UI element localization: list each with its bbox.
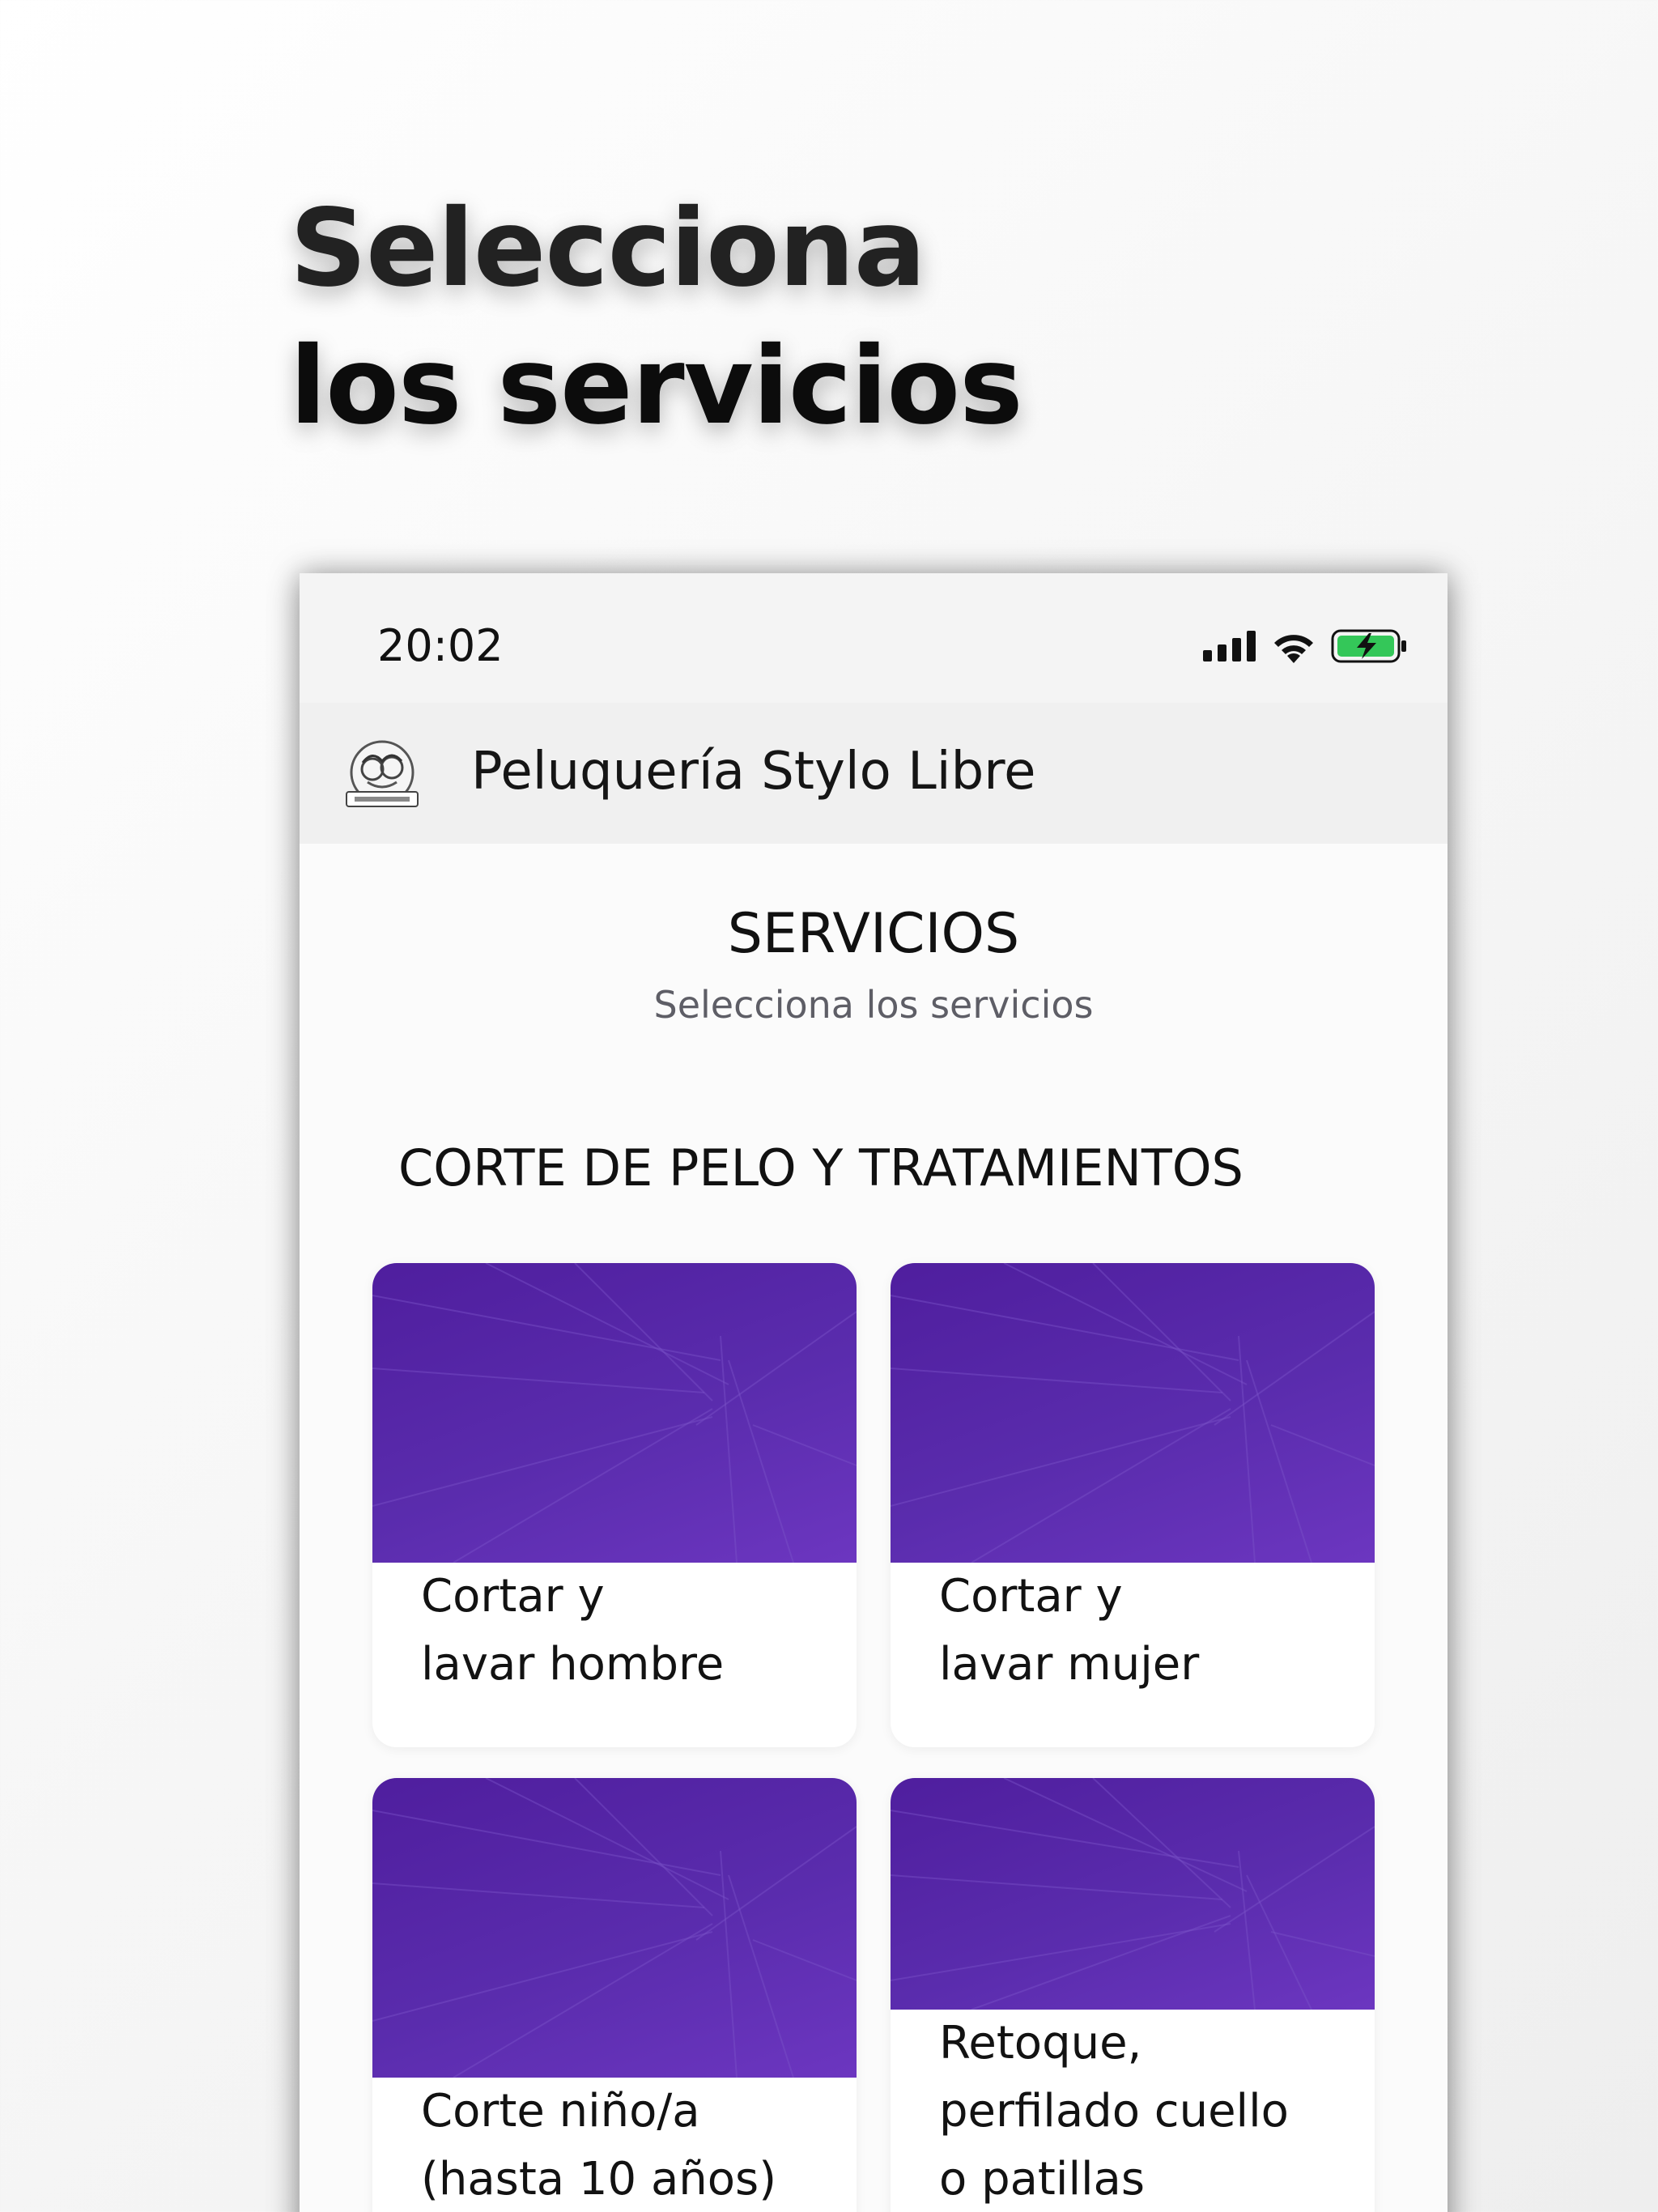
status-time: 20:02	[377, 620, 504, 671]
marketing-headline: Selecciona los servicios	[290, 180, 1023, 455]
service-label-line: perfilado cuello	[939, 2085, 1289, 2138]
headline-line-2: los servicios	[290, 324, 1023, 449]
signal-icon	[1203, 631, 1256, 661]
service-label-line: lavar mujer	[939, 1638, 1200, 1691]
services-content: SERVICIOS Selecciona los servicios CORTE…	[300, 844, 1448, 2212]
section-subtitle: Selecciona los servicios	[653, 983, 1094, 1027]
wifi-icon	[1274, 635, 1313, 663]
app-title: Peluquería Stylo Libre	[471, 742, 1036, 802]
service-label: Cortar y lavar mujer	[939, 1563, 1199, 1699]
status-icons	[1203, 622, 1407, 670]
stylo-libre-logo[interactable]	[343, 738, 421, 813]
service-card[interactable]: Corte niño/a (hasta 10 años)	[372, 1778, 857, 2212]
service-card[interactable]: Cortar y lavar hombre	[372, 1263, 857, 1747]
section-title: SERVICIOS	[727, 902, 1020, 966]
headline-line-1: Selecciona	[290, 186, 926, 311]
service-card[interactable]: Retoque, perfilado cuello o patillas	[891, 1778, 1375, 2212]
service-label: Corte niño/a (hasta 10 años)	[421, 2078, 776, 2212]
service-image	[891, 1263, 1375, 1563]
service-image	[891, 1778, 1375, 2010]
service-label-line: Retoque,	[939, 2017, 1142, 2069]
service-image	[372, 1778, 857, 2078]
service-label: Retoque, perfilado cuello o patillas	[939, 2010, 1289, 2212]
service-label-line: (hasta 10 años)	[421, 2153, 777, 2206]
service-label: Cortar y lavar hombre	[421, 1563, 724, 1699]
service-label-line: Cortar y	[939, 1570, 1123, 1623]
category-title: CORTE DE PELO Y TRATAMIENTOS	[398, 1138, 1244, 1197]
service-label-line: lavar hombre	[421, 1638, 725, 1691]
app-bar: Peluquería Stylo Libre	[300, 703, 1448, 844]
service-label-line: Corte niño/a	[421, 2085, 700, 2138]
service-label-line: o patillas	[939, 2153, 1146, 2206]
service-card[interactable]: Cortar y lavar mujer	[891, 1263, 1375, 1747]
phone-screen: 20:02 Peluquería Stylo Libre SERVICIOS S…	[300, 573, 1448, 2212]
service-image	[372, 1263, 857, 1563]
status-bar: 20:02	[300, 573, 1448, 703]
battery-charging-icon	[1331, 629, 1406, 663]
service-label-line: Cortar y	[421, 1570, 605, 1623]
